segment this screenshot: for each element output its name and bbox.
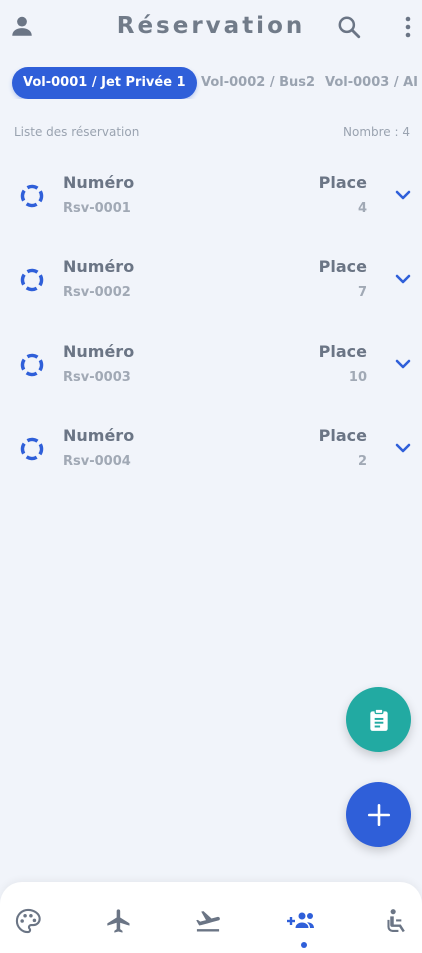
loading-icon xyxy=(20,268,44,292)
place-value: 4 xyxy=(357,201,367,216)
bottom-navigation xyxy=(0,882,422,953)
place-label: Place xyxy=(318,257,367,276)
chevron-down-icon[interactable] xyxy=(393,354,413,374)
loading-icon xyxy=(20,184,44,208)
chevron-down-icon[interactable] xyxy=(393,185,413,205)
seat-icon[interactable] xyxy=(384,906,414,936)
list-count: Nombre : 4 xyxy=(343,125,410,139)
list-item[interactable]: Numéro Rsv-0002 Place 7 xyxy=(0,247,422,317)
place-value: 2 xyxy=(357,454,367,469)
reservation-number-label: Numéro xyxy=(63,257,135,276)
flight-takeoff-icon[interactable] xyxy=(193,906,223,936)
tab-vol-0003[interactable]: Vol-0003 / AI xyxy=(325,67,418,99)
list-item[interactable]: Numéro Rsv-0001 Place 4 xyxy=(0,163,422,233)
list-header: Liste des réservation Nombre : 4 xyxy=(14,125,410,141)
airplane-icon[interactable] xyxy=(104,906,134,936)
app-header: Réservation xyxy=(0,0,422,58)
plus-icon xyxy=(367,803,390,826)
add-reservation-button[interactable] xyxy=(346,782,411,847)
list-title: Liste des réservation xyxy=(14,125,140,139)
reservation-number: Rsv-0003 xyxy=(63,370,131,385)
reservation-number: Rsv-0001 xyxy=(63,201,131,216)
reservation-number-label: Numéro xyxy=(63,342,135,361)
place-label: Place xyxy=(318,426,367,445)
loading-icon xyxy=(20,437,44,461)
chevron-down-icon[interactable] xyxy=(393,438,413,458)
tab-vol-0001[interactable]: Vol-0001 / Jet Privée 1 xyxy=(12,67,197,99)
group-add-icon[interactable] xyxy=(287,906,317,936)
list-item[interactable]: Numéro Rsv-0004 Place 2 xyxy=(0,416,422,486)
reservation-number-label: Numéro xyxy=(63,426,135,445)
clipboard-icon xyxy=(369,708,388,731)
list-item[interactable]: Numéro Rsv-0003 Place 10 xyxy=(0,332,422,402)
chevron-down-icon[interactable] xyxy=(393,269,413,289)
search-icon[interactable] xyxy=(334,12,364,42)
place-label: Place xyxy=(318,342,367,361)
reservation-number: Rsv-0004 xyxy=(63,454,131,469)
tab-vol-0002[interactable]: Vol-0002 / Bus2 xyxy=(201,67,315,99)
palette-icon[interactable] xyxy=(13,906,43,936)
active-indicator xyxy=(301,942,307,948)
loading-icon xyxy=(20,353,44,377)
place-label: Place xyxy=(318,173,367,192)
reservation-number-label: Numéro xyxy=(63,173,135,192)
clipboard-fab-button[interactable] xyxy=(346,687,411,752)
place-value: 10 xyxy=(348,370,367,385)
flight-tabs: Vol-0001 / Jet Privée 1 Vol-0002 / Bus2 … xyxy=(0,67,422,99)
reservation-number: Rsv-0002 xyxy=(63,285,131,300)
place-value: 7 xyxy=(357,285,367,300)
more-vert-icon[interactable] xyxy=(396,12,420,42)
